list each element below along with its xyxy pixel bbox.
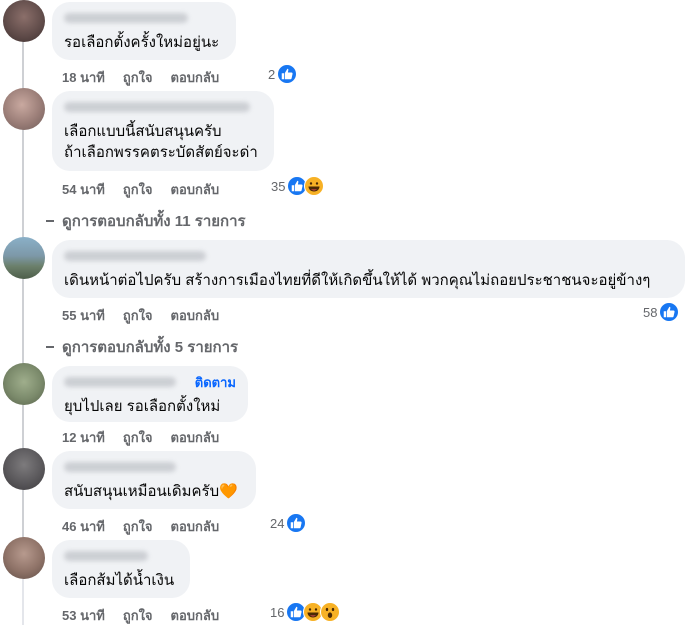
view-replies-text: ดูการตอบกลับทั้ง 5 รายการ <box>62 339 239 356</box>
commenter-name-redacted[interactable] <box>64 102 250 112</box>
reply-button[interactable]: ตอบกลับ <box>171 179 220 200</box>
like-button[interactable]: ถูกใจ <box>123 427 153 448</box>
comment-bubble: รอเลือกตั้งครั้งใหม่อยู่นะ <box>52 2 236 60</box>
comment-actions: 53 นาที ถูกใจ ตอบกลับ <box>62 605 237 626</box>
comment-time[interactable]: 12 นาที <box>62 427 105 448</box>
comment-actions: 18 นาที ถูกใจ ตอบกลับ <box>62 67 237 88</box>
wow-icon <box>320 602 341 622</box>
comment-text: เดินหน้าต่อไปครับ สร้างการเมืองไทยที่ดีใ… <box>64 272 651 289</box>
comment-text: สนับสนุนเหมือนเดิมครับ🧡 <box>64 483 238 500</box>
comment-text: ยุบไปเลย รอเลือกตั้งใหม่ <box>64 398 221 415</box>
reaction-count: 16 <box>270 604 285 620</box>
reaction-summary[interactable]: 2 <box>268 64 298 84</box>
haha-icon <box>304 176 325 196</box>
reaction-count: 58 <box>643 304 658 320</box>
reaction-summary[interactable]: 35 <box>271 176 325 196</box>
dash <box>46 346 54 348</box>
avatar[interactable] <box>3 448 45 490</box>
comment-actions: 46 นาที ถูกใจ ตอบกลับ <box>62 516 237 537</box>
comment-text-line-2: ถ้าเลือกพรรคตระบัดสัตย์จะด่า <box>64 144 258 161</box>
like-icon <box>286 513 307 533</box>
reply-button[interactable]: ตอบกลับ <box>171 67 220 88</box>
comment-actions: 12 นาที ถูกใจ ตอบกลับ <box>62 427 237 448</box>
reaction-summary[interactable]: 24 <box>270 513 307 533</box>
like-icon <box>659 302 680 322</box>
commenter-name-redacted[interactable] <box>64 462 176 472</box>
commenter-name-redacted[interactable] <box>64 377 176 387</box>
commenter-name-redacted[interactable] <box>64 251 206 261</box>
comment-time[interactable]: 55 นาที <box>62 305 105 326</box>
view-replies-text: ดูการตอบกลับทั้ง 11 รายการ <box>62 213 246 230</box>
view-replies-link[interactable]: ดูการตอบกลับทั้ง 11 รายการ <box>46 209 246 233</box>
reply-button[interactable]: ตอบกลับ <box>171 305 220 326</box>
comment-bubble: เดินหน้าต่อไปครับ สร้างการเมืองไทยที่ดีใ… <box>52 240 685 298</box>
like-button[interactable]: ถูกใจ <box>123 305 153 326</box>
comment-text: รอเลือกตั้งครั้งใหม่อยู่นะ <box>64 34 220 51</box>
comment-text-line-1: เลือกแบบนี้สนับสนุนครับ <box>64 123 222 140</box>
comment-bubble: เลือกส้มได้น้ำเงิน <box>52 540 190 598</box>
reply-button[interactable]: ตอบกลับ <box>171 516 220 537</box>
avatar[interactable] <box>3 88 45 130</box>
reaction-count: 2 <box>268 66 276 82</box>
reaction-count: 35 <box>271 178 286 194</box>
like-button[interactable]: ถูกใจ <box>123 516 153 537</box>
reply-button[interactable]: ตอบกลับ <box>171 605 220 626</box>
commenter-name-redacted[interactable] <box>64 551 148 561</box>
reaction-summary[interactable]: 16 <box>270 602 341 622</box>
avatar[interactable] <box>3 537 45 579</box>
dash <box>46 220 54 222</box>
follow-button[interactable]: ติดตาม <box>195 372 236 393</box>
avatar[interactable] <box>3 363 45 405</box>
view-replies-link[interactable]: ดูการตอบกลับทั้ง 5 รายการ <box>46 335 238 359</box>
comment-bubble: สนับสนุนเหมือนเดิมครับ🧡 <box>52 451 256 509</box>
avatar[interactable] <box>3 237 45 279</box>
comment-bubble: เลือกแบบนี้สนับสนุนครับ ถ้าเลือกพรรคตระบ… <box>52 91 274 171</box>
comment-text: เลือกส้มได้น้ำเงิน <box>64 572 175 589</box>
comment-time[interactable]: 54 นาที <box>62 179 105 200</box>
comment-bubble: ติดตาม ยุบไปเลย รอเลือกตั้งใหม่ <box>52 366 248 422</box>
comment-time[interactable]: 53 นาที <box>62 605 105 626</box>
like-button[interactable]: ถูกใจ <box>123 605 153 626</box>
comment-time[interactable]: 46 นาที <box>62 516 105 537</box>
reply-button[interactable]: ตอบกลับ <box>171 427 220 448</box>
avatar[interactable] <box>3 0 45 42</box>
commenter-name-redacted[interactable] <box>64 13 188 23</box>
like-button[interactable]: ถูกใจ <box>123 179 153 200</box>
like-icon <box>277 64 298 84</box>
reaction-count: 24 <box>270 515 285 531</box>
comment-time[interactable]: 18 นาที <box>62 67 105 88</box>
like-button[interactable]: ถูกใจ <box>123 67 153 88</box>
reaction-summary[interactable]: 58 <box>643 302 680 322</box>
comment-actions: 55 นาที ถูกใจ ตอบกลับ <box>62 305 237 326</box>
comment-actions: 54 นาที ถูกใจ ตอบกลับ <box>62 179 237 200</box>
